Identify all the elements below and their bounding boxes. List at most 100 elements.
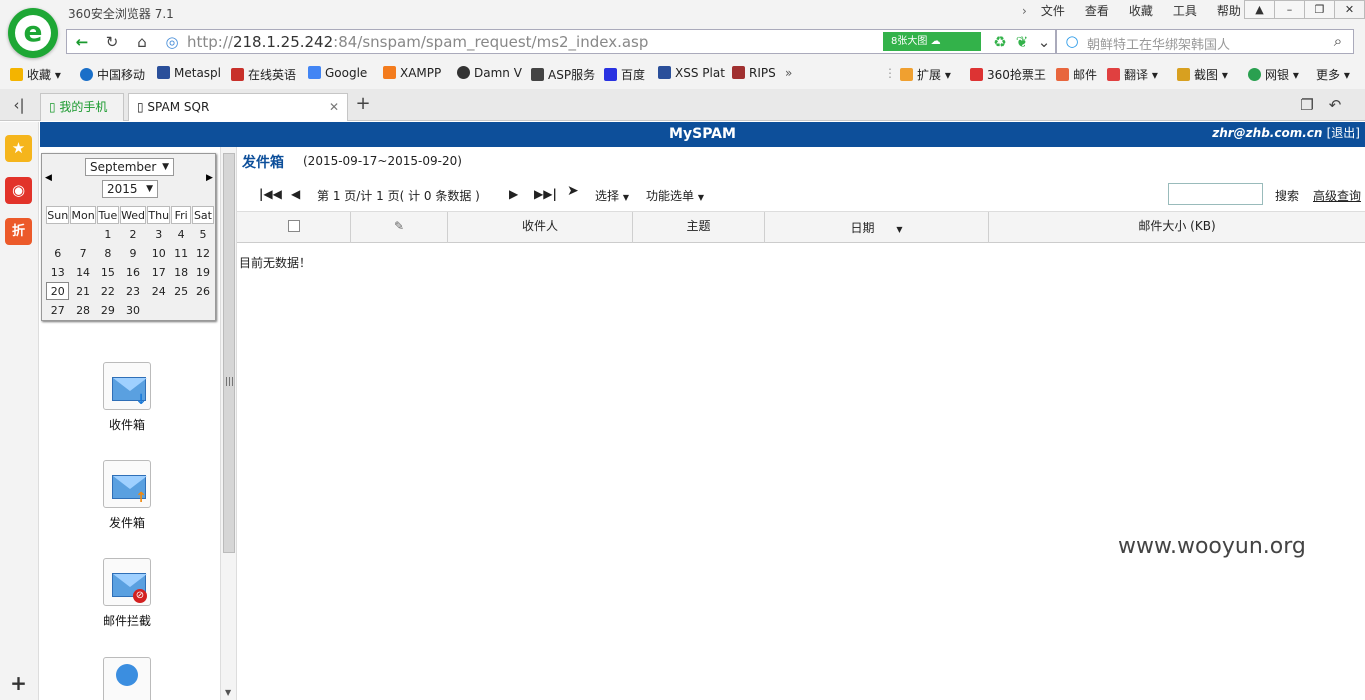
discount-icon[interactable]: 折	[5, 218, 32, 245]
calendar-day[interactable]	[192, 301, 214, 319]
column-subject[interactable]: 主题	[633, 212, 765, 243]
mail-search-input[interactable]	[1168, 183, 1263, 205]
advanced-search-link[interactable]: 高级查询	[1313, 187, 1361, 204]
menu-tools[interactable]: 工具	[1163, 3, 1207, 19]
url-text[interactable]: http://218.1.25.242:84/snspam/spam_reque…	[187, 33, 648, 51]
select-menu[interactable]: 选择 ▼	[595, 187, 629, 204]
sidebar-toggle-icon[interactable]: ‹|	[8, 96, 30, 114]
calendar-day[interactable]: 21	[70, 282, 95, 300]
month-select[interactable]: September ▼	[85, 158, 174, 176]
maximize-button[interactable]: ❐	[1304, 0, 1335, 19]
recycle-icon[interactable]: ♻	[989, 33, 1011, 51]
next-page-icon[interactable]: ▶	[509, 187, 518, 201]
calendar-day[interactable]	[46, 225, 69, 243]
calendar-day[interactable]	[171, 301, 191, 319]
calendar-day[interactable]: 14	[70, 263, 95, 281]
tab-spam-sqr[interactable]: ▯ SPAM SQR ✕	[128, 93, 348, 121]
add-sidebar-icon[interactable]: +	[5, 670, 32, 697]
menu-file[interactable]: 文件	[1031, 3, 1075, 19]
bookmark-damn-v[interactable]: Damn V	[457, 66, 522, 80]
weibo-icon[interactable]: ◉	[5, 177, 32, 204]
calendar-day[interactable]: 3	[147, 225, 170, 243]
toolbar-bank[interactable]: 网银 ▾	[1248, 66, 1299, 83]
calendar-day[interactable]: 17	[147, 263, 170, 281]
last-page-icon[interactable]: ▶▶|	[534, 187, 557, 201]
calendar-day[interactable]: 2	[120, 225, 146, 243]
address-bar[interactable]: ← ↻ ⌂ ◎ http://218.1.25.242:84/snspam/sp…	[66, 29, 1056, 54]
chevron-right-icon[interactable]: ›	[1018, 3, 1031, 19]
close-tab-icon[interactable]: ✕	[329, 94, 339, 120]
calendar-day[interactable]: 13	[46, 263, 69, 281]
tab-list-icon[interactable]: ❐	[1296, 96, 1318, 114]
next-month-icon[interactable]: ▶	[206, 173, 213, 183]
new-tab-icon[interactable]: +	[352, 95, 374, 113]
favorites-star-icon[interactable]: ★	[5, 135, 32, 162]
calendar-day[interactable]: 24	[147, 282, 170, 300]
bookmark-asp-service[interactable]: ASP服务	[531, 66, 595, 83]
refresh-icon[interactable]: ↻	[101, 33, 123, 51]
calendar-day[interactable]: 22	[97, 282, 119, 300]
back-arrow-icon[interactable]: ←	[71, 33, 93, 51]
calendar-day[interactable]	[70, 225, 95, 243]
search-input[interactable]: 朝鲜特工在华绑架韩国人	[1087, 34, 1230, 53]
bookmark-rips[interactable]: RIPS	[732, 66, 776, 80]
bookmark-xss-platform[interactable]: XSS Plat	[658, 66, 725, 80]
menu-favorites[interactable]: 收藏	[1119, 3, 1163, 19]
tab-my-phone[interactable]: ▯ 我的手机	[40, 93, 124, 121]
calendar-day[interactable]: 18	[171, 263, 191, 281]
calendar-day[interactable]: 9	[120, 244, 146, 262]
first-page-icon[interactable]: |◀◀	[259, 187, 282, 201]
calendar-day[interactable]: 25	[171, 282, 191, 300]
skin-icon[interactable]: ▲	[1244, 0, 1275, 19]
menu-view[interactable]: 查看	[1075, 3, 1119, 19]
search-box[interactable]: ○ 朝鲜特工在华绑架韩国人 ⌕	[1056, 29, 1354, 54]
calendar-day-today[interactable]: 20	[46, 282, 70, 300]
column-date[interactable]: 日期 ▼	[765, 212, 989, 243]
toolbar-more[interactable]: 更多 ▾	[1316, 66, 1350, 83]
bookmark-baidu[interactable]: 百度	[604, 66, 645, 83]
calendar-day[interactable]: 29	[97, 301, 119, 319]
folder-outbox[interactable]: ↑ 发件箱	[90, 460, 164, 531]
calendar-day[interactable]: 27	[46, 301, 69, 319]
search-icon[interactable]: ⌕	[1327, 32, 1349, 50]
panel-splitter[interactable]: ||| ▼	[220, 147, 237, 700]
minimize-button[interactable]: –	[1274, 0, 1305, 19]
calendar-day[interactable]: 11	[171, 244, 191, 262]
calendar-day[interactable]: 1	[97, 225, 119, 243]
toolbar-translate[interactable]: 翻译 ▾	[1107, 66, 1158, 83]
big-picture-button[interactable]: 8张大图 ☁	[883, 32, 981, 51]
bookmark-online-english[interactable]: 在线英语	[231, 66, 296, 83]
calendar-day[interactable]: 16	[120, 263, 146, 281]
leaf-icon[interactable]: ❦	[1011, 33, 1033, 51]
toolbar-mail[interactable]: 邮件	[1056, 66, 1097, 83]
browser-logo[interactable]: e	[8, 8, 58, 58]
calendar-day[interactable]: 30	[120, 301, 146, 319]
calendar-day[interactable]: 8	[97, 244, 119, 262]
calendar-day[interactable]: 7	[70, 244, 95, 262]
toolbar-ticket[interactable]: 360抢票王	[970, 66, 1046, 83]
prev-page-icon[interactable]: ◀	[291, 187, 300, 201]
calendar-day[interactable]: 5	[192, 225, 214, 243]
bookmark-google[interactable]: Google	[308, 66, 367, 80]
close-window-button[interactable]: ✕	[1334, 0, 1365, 19]
year-select[interactable]: 2015 ▼	[102, 180, 158, 198]
folder-blocked[interactable]: ⊘ 邮件拦截	[90, 558, 164, 629]
bookmark-xampp[interactable]: XAMPP	[383, 66, 441, 80]
bookmark-metasploit[interactable]: Metaspl	[157, 66, 221, 80]
column-size[interactable]: 邮件大小 (KB)	[989, 212, 1365, 243]
calendar-day[interactable]: 12	[192, 244, 214, 262]
folder-inbox[interactable]: ↓ 收件箱	[90, 362, 164, 433]
prev-month-icon[interactable]: ◀	[45, 173, 52, 183]
calendar-day[interactable]: 23	[120, 282, 146, 300]
calendar-day[interactable]: 10	[147, 244, 170, 262]
calendar-day[interactable]: 26	[192, 282, 214, 300]
bookmark-favorites[interactable]: 收藏 ▾	[10, 66, 61, 83]
select-all-checkbox[interactable]	[287, 220, 300, 232]
toolbar-extensions[interactable]: 扩展 ▾	[900, 66, 951, 83]
chevron-down-icon[interactable]: ⌄	[1033, 33, 1055, 51]
calendar-day[interactable]: 4	[171, 225, 191, 243]
search-button[interactable]: 搜索	[1275, 187, 1299, 204]
attachment-column[interactable]: ✎	[351, 212, 448, 243]
undo-close-icon[interactable]: ↶	[1324, 96, 1346, 114]
splitter-scrollbar-thumb[interactable]	[223, 153, 235, 553]
